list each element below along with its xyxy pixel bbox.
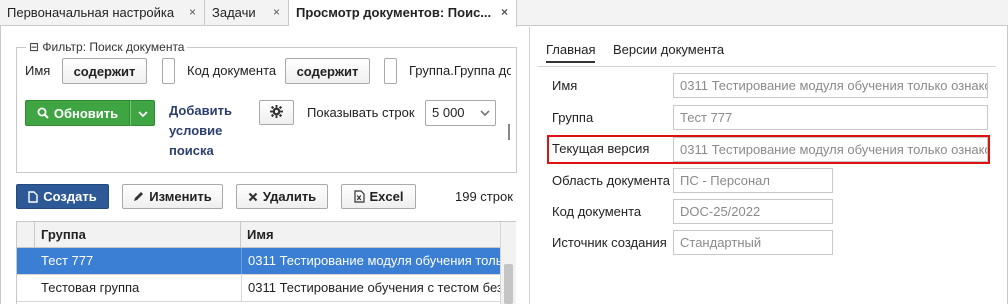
delete-label: Удалить (262, 189, 317, 204)
close-icon[interactable]: × (189, 0, 196, 25)
filter-scroll-handle[interactable] (508, 124, 510, 140)
grid-header: Группа Имя (17, 222, 500, 248)
refresh-button[interactable]: Обновить (25, 100, 130, 126)
create-label: Создать (43, 189, 97, 204)
rows-count-value: 5 000 (432, 105, 465, 120)
close-icon[interactable]: × (501, 0, 508, 25)
delete-button[interactable]: Удалить (236, 184, 328, 209)
tab-label: Первоначальная настройка (7, 5, 175, 20)
field-label-group: Группа (552, 110, 594, 125)
close-icon[interactable]: × (273, 0, 280, 25)
field-document-code[interactable]: DOC-25/2022 (673, 199, 833, 224)
field-label-document-code: Код документа (552, 204, 642, 219)
filter-title: Фильтр: Поиск документа (42, 40, 185, 54)
row-marker-header (17, 222, 35, 247)
field-label-current-version: Текущая версия (552, 141, 650, 156)
code-filter-label: Код документа (187, 63, 277, 78)
panel-splitter[interactable] (529, 27, 530, 304)
field-current-version[interactable]: 0311 Тестирование модуля обучения только… (673, 137, 988, 162)
table-row[interactable]: Тест 777 0311 Тестирование модуля обучен… (17, 248, 500, 275)
tab-main[interactable]: Главная (546, 42, 596, 63)
grid-scrollbar[interactable] (500, 222, 516, 304)
field-creation-source[interactable]: Стандартный (673, 230, 833, 255)
group-filter-label: Группа.Группа до (409, 63, 511, 78)
field-label-creation-source: Источник создания (552, 235, 667, 250)
tab-tasks[interactable]: Задачи × (205, 0, 289, 26)
excel-export-button[interactable]: Excel (341, 184, 416, 209)
edit-button[interactable]: Изменить (122, 184, 223, 209)
pencil-icon (133, 191, 144, 202)
tab-document-versions[interactable]: Версии документа (613, 42, 724, 57)
row-count: 199 строк (455, 189, 513, 204)
edit-label: Изменить (149, 189, 212, 204)
cell-name: 0311 Тестирование модуля обучения только… (241, 248, 500, 274)
search-icon (37, 107, 49, 119)
rows-count-select[interactable]: 5 000 (425, 100, 496, 126)
close-icon (248, 192, 258, 202)
filter-legend[interactable]: ⊟ Фильтр: Поиск документа (26, 40, 188, 54)
name-filter-label: Имя (25, 63, 51, 78)
field-name[interactable]: 0311 Тестирование модуля обучения только… (673, 73, 988, 98)
cell-name: 0311 Тестирование обучения с тестом без … (241, 275, 500, 301)
field-label-name: Имя (552, 78, 578, 93)
gear-icon (270, 104, 283, 121)
cell-group: Тестовая группа (41, 280, 140, 295)
chevron-down-icon (137, 106, 148, 121)
create-button[interactable]: Создать (16, 184, 109, 209)
tab-label: Задачи (212, 5, 256, 20)
tab-label: Просмотр документов: Поис... (296, 5, 492, 20)
tab-document-view[interactable]: Просмотр документов: Поис... × (289, 0, 517, 27)
name-operator-button[interactable]: содержит (62, 58, 147, 84)
field-label-document-area: Область документа (552, 173, 671, 188)
field-group[interactable]: Тест 777 (673, 105, 988, 130)
refresh-label: Обновить (53, 105, 119, 121)
new-document-icon (28, 190, 38, 203)
refresh-dropdown-button[interactable] (130, 100, 155, 126)
add-condition-link[interactable]: Добавить условие поиска (169, 101, 249, 161)
rows-count-label: Показывать строк (307, 105, 415, 120)
excel-icon (353, 190, 365, 203)
column-header-name[interactable]: Имя (241, 222, 500, 247)
name-value-input[interactable] (162, 58, 175, 84)
document-tab-strip: Первоначальная настройка × Задачи × Прос… (0, 0, 1008, 27)
field-document-area[interactable]: ПС - Персонал (673, 168, 833, 193)
scrollbar-thumb[interactable] (504, 264, 513, 304)
collapse-icon[interactable]: ⊟ (29, 40, 39, 54)
settings-button[interactable] (259, 100, 294, 125)
chevron-down-icon (480, 101, 490, 125)
cell-group: Тест 777 (41, 253, 94, 268)
table-row[interactable]: Тестовая группа 0311 Тестирование обучен… (17, 275, 500, 302)
details-tab-divider (538, 66, 996, 67)
column-header-group[interactable]: Группа (35, 222, 241, 247)
code-value-input[interactable] (384, 58, 397, 84)
tab-initial-setup[interactable]: Первоначальная настройка × (0, 0, 205, 26)
code-operator-button[interactable]: содержит (285, 58, 370, 84)
excel-label: Excel (369, 189, 404, 204)
